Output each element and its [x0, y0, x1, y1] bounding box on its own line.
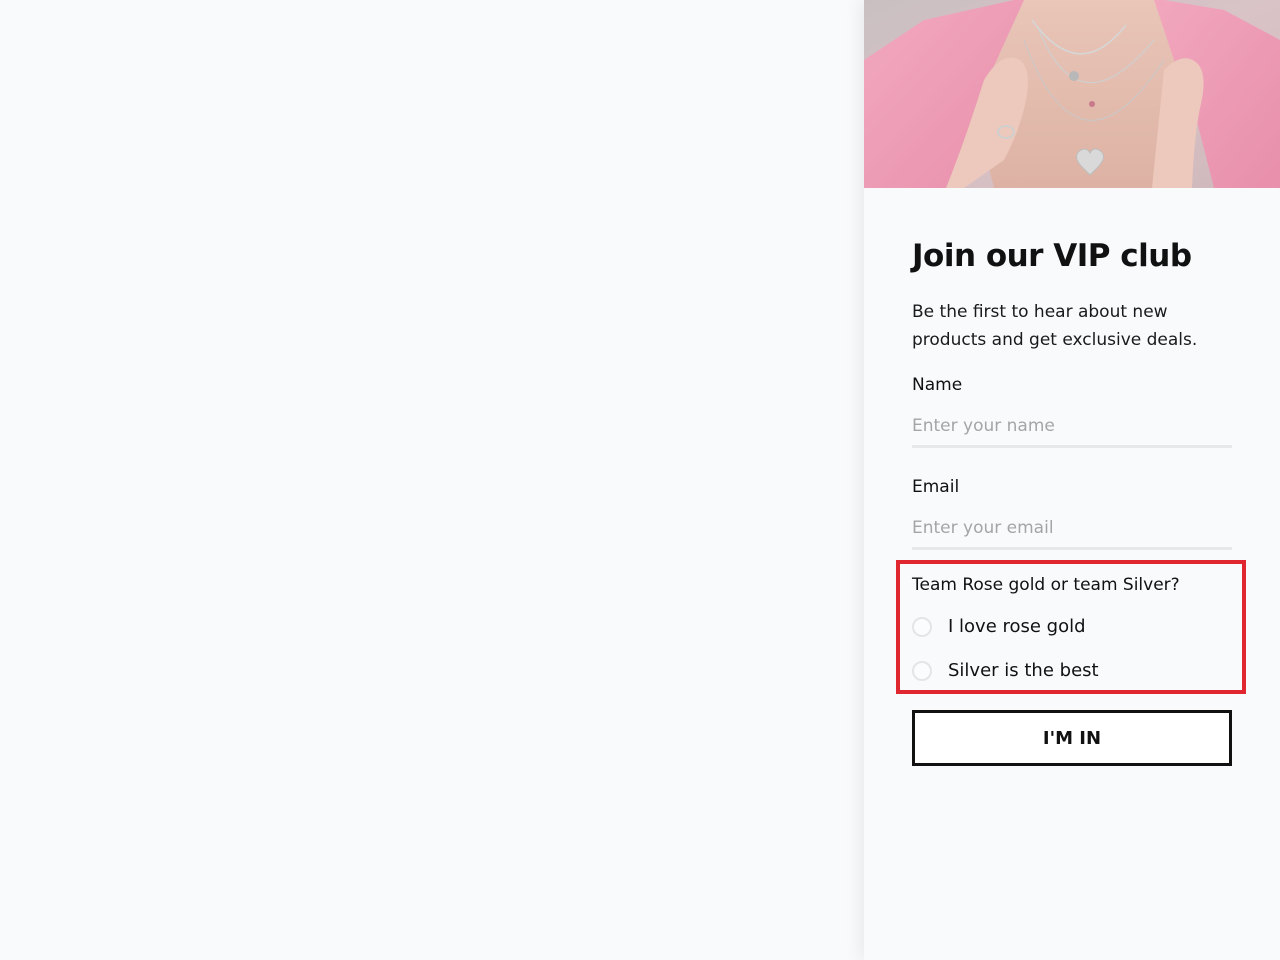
signup-panel: Join our VIP club Be the first to hear a… [864, 0, 1280, 960]
metal-preference-poll: Team Rose gold or team Silver? I love ro… [896, 560, 1246, 694]
poll-question: Team Rose gold or team Silver? [912, 575, 1180, 595]
option-label-rose-gold: I love rose gold [948, 616, 1086, 637]
signup-form: Join our VIP club Be the first to hear a… [896, 188, 1246, 766]
subtitle: Be the first to hear about new products … [912, 302, 1198, 350]
page-title: Join our VIP club [912, 238, 1192, 274]
email-label: Email [912, 477, 960, 497]
page-backdrop [0, 0, 864, 960]
option-silver[interactable]: Silver is the best [912, 660, 1230, 682]
option-label-silver: Silver is the best [948, 660, 1099, 681]
email-input[interactable] [912, 508, 1232, 550]
radio-rose-gold[interactable] [912, 617, 932, 637]
option-rose-gold[interactable]: I love rose gold [912, 616, 1230, 638]
radio-silver[interactable] [912, 661, 932, 681]
email-field-group: Email [912, 476, 1232, 550]
name-input[interactable] [912, 406, 1232, 448]
submit-button[interactable]: I'M IN [912, 710, 1232, 766]
name-label: Name [912, 375, 963, 395]
hero-image [864, 0, 1280, 188]
name-field-group: Name [912, 374, 1232, 448]
